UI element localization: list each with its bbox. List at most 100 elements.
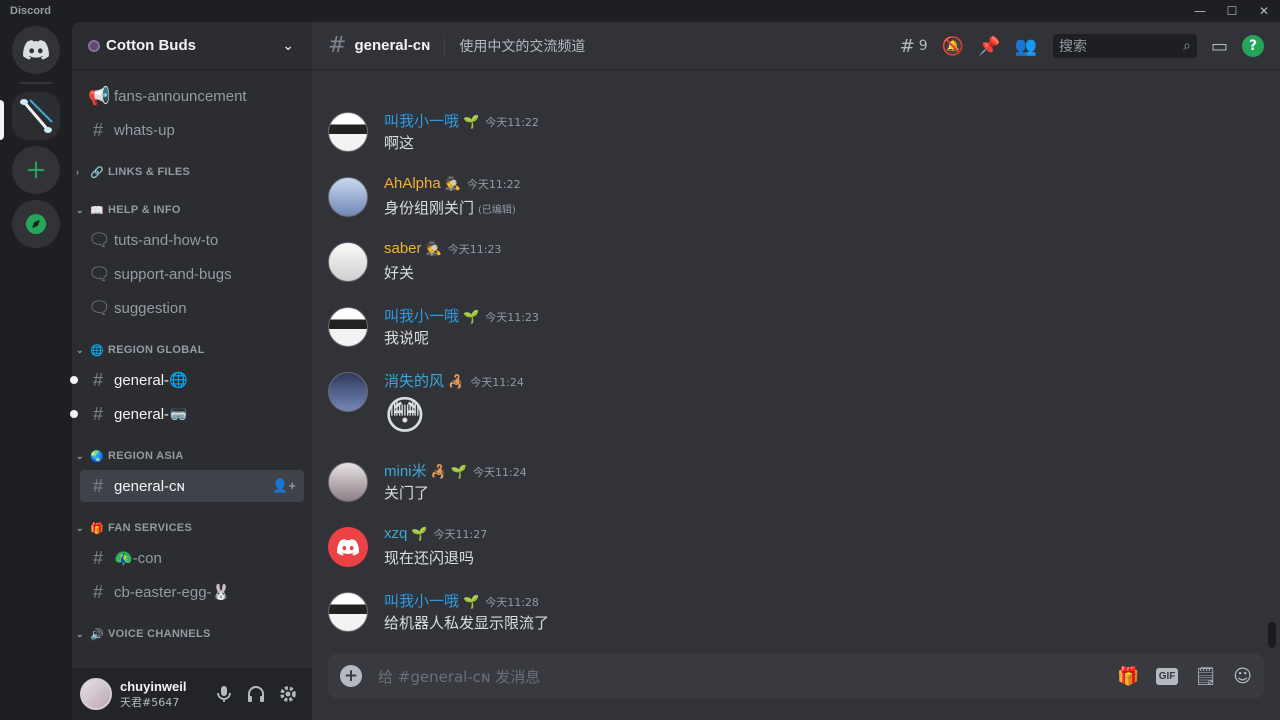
channel-item[interactable]: # general-🌐	[70, 364, 304, 396]
attach-plus-icon[interactable]: +	[340, 665, 362, 687]
server-header[interactable]: Cotton Buds ⌄	[72, 22, 312, 70]
role-badge-icon: 🌱	[463, 115, 480, 130]
avatar[interactable]	[328, 177, 368, 217]
channel-item[interactable]: 🗨 tuts-and-how-to	[80, 224, 304, 256]
timestamp: 今天11:27	[433, 528, 488, 541]
channel-item[interactable]: # 🦚-con	[80, 542, 304, 574]
channel-item[interactable]: # general-ᴄɴ 👤+	[80, 470, 304, 502]
category-icon: 🎁	[90, 522, 104, 535]
megaphone-icon: 📢	[88, 85, 111, 106]
avatar[interactable]	[328, 112, 368, 152]
search-input[interactable]: 搜索 ⌕	[1052, 34, 1197, 58]
message-header: saber 🕵 今天11:23	[384, 240, 501, 257]
role-badge-icon: 🌱	[463, 595, 480, 610]
category-label: REGION ASIA	[108, 450, 184, 462]
notifications-button[interactable]: 🔕	[942, 36, 964, 57]
gif-icon: GIF	[1155, 667, 1179, 685]
avatar[interactable]	[328, 242, 368, 282]
inbox-button[interactable]: ▭	[1211, 36, 1228, 57]
member-list-button[interactable]: 👥	[1015, 36, 1037, 57]
channel-topic[interactable]: 使用中文的交流频道	[459, 36, 585, 56]
channel-label: 🦚-con	[114, 550, 162, 567]
channel-item[interactable]: 🗨 support-and-bugs	[80, 258, 304, 290]
gif-button[interactable]: GIF	[1155, 667, 1179, 685]
timestamp: 今天11:22	[466, 178, 521, 191]
threads-button[interactable]: #9	[900, 36, 928, 57]
avatar[interactable]	[328, 307, 368, 347]
avatar[interactable]	[328, 527, 368, 567]
sticker-button[interactable]: 🗒	[1194, 666, 1217, 687]
timestamp: 今天11:24	[473, 466, 527, 479]
message-composer[interactable]: + 给 #general-ᴄɴ 发消息 🎁 GIF 🗒 ☺	[328, 654, 1264, 698]
headphones-button[interactable]	[240, 678, 272, 710]
home-button[interactable]	[12, 26, 60, 74]
channel-label: cb-easter-egg-🐰	[114, 584, 231, 601]
category-header[interactable]: ⌄ 🎁 FAN SERVICES	[72, 516, 312, 540]
user-avatar[interactable]	[80, 678, 112, 710]
author-name[interactable]: saber	[384, 240, 422, 257]
message-text: 我说呢	[384, 329, 430, 347]
avatar[interactable]	[328, 592, 368, 632]
gift-button[interactable]: 🎁	[1117, 666, 1139, 687]
settings-button[interactable]	[272, 678, 304, 710]
author-name[interactable]: xzq	[384, 525, 407, 542]
microphone-button[interactable]	[208, 678, 240, 710]
header-divider	[444, 33, 446, 58]
help-button[interactable]: ?	[1242, 35, 1264, 57]
role-badge-icon: 🌱	[463, 310, 480, 325]
hash-lock-icon: #	[92, 475, 103, 496]
microphone-icon	[217, 686, 231, 702]
category-header[interactable]: ⌄ 🌐 REGION GLOBAL	[72, 338, 312, 362]
author-name[interactable]: 消失的风	[384, 370, 444, 391]
selected-pill	[0, 100, 4, 140]
scrollbar-thumb[interactable]	[1268, 622, 1276, 648]
message-content: 关门了	[384, 482, 429, 503]
emoji-button[interactable]: ☺	[1233, 666, 1252, 687]
message-content: 我说呢	[384, 327, 429, 348]
category-header[interactable]: ⌄ 🌏 REGION ASIA	[72, 444, 312, 468]
add-server-button[interactable]: +	[12, 146, 60, 194]
category-header[interactable]: ⌄ 🔊 VOICE CHANNELS	[72, 622, 312, 646]
role-badge-icon: 🕵	[444, 177, 461, 192]
app-title: Discord	[10, 5, 51, 17]
author-name[interactable]: 叫我小一哦	[384, 110, 459, 131]
chevron-right-icon: ›	[76, 167, 80, 177]
channel-item[interactable]: # general-🥽	[70, 398, 304, 430]
avatar[interactable]	[328, 462, 368, 502]
channel-0[interactable]: 📢 fans-announcement	[80, 80, 304, 112]
forum-icon: 🗨	[88, 297, 111, 318]
add-member-icon[interactable]: 👤+	[272, 478, 296, 494]
threads-count: 9	[918, 38, 928, 54]
pins-button[interactable]: 📌	[978, 36, 1000, 57]
chevron-down-icon: ⌄	[76, 204, 84, 215]
channel-item[interactable]: 🗨 suggestion	[80, 292, 304, 324]
minimize-button[interactable]: —	[1184, 0, 1216, 22]
channel-item[interactable]: # cb-easter-egg-🐰	[80, 576, 304, 608]
author-name[interactable]: AhAlpha	[384, 175, 441, 192]
category-header[interactable]: ⌄ 📖 HELP & INFO	[72, 198, 312, 222]
maximize-button[interactable]: ☐	[1216, 0, 1248, 22]
user-info[interactable]: chuyinweil 天君#5647	[120, 679, 208, 710]
avatar[interactable]	[328, 372, 368, 412]
server-boost-icon	[88, 39, 100, 52]
close-button[interactable]: ✕	[1248, 0, 1280, 22]
category-label: LINKS & FILES	[108, 166, 191, 178]
category-header[interactable]: › 🔗 LINKS & FILES	[72, 160, 312, 184]
server-cotton-buds[interactable]	[0, 92, 60, 140]
message-header: AhAlpha 🕵 今天11:22	[384, 175, 521, 192]
channel-label: general-ᴄɴ	[114, 477, 185, 495]
window-controls: — ☐ ✕	[1184, 0, 1280, 22]
gear-icon	[280, 686, 296, 702]
unread-indicator	[70, 410, 78, 418]
message-text: 好关	[384, 264, 415, 282]
explore-servers-button[interactable]	[12, 200, 60, 248]
author-name[interactable]: 叫我小一哦	[384, 590, 459, 611]
unread-indicator	[70, 376, 78, 384]
message-content: 好关	[384, 262, 414, 283]
channel-1[interactable]: # whats-up	[80, 114, 304, 146]
message-input[interactable]: 给 #general-ᴄɴ 发消息	[378, 666, 1101, 687]
timestamp: 今天11:23	[485, 311, 539, 324]
author-name[interactable]: mini米	[384, 460, 427, 481]
author-name[interactable]: 叫我小一哦	[384, 305, 459, 326]
pin-icon: 📌	[978, 35, 1001, 57]
